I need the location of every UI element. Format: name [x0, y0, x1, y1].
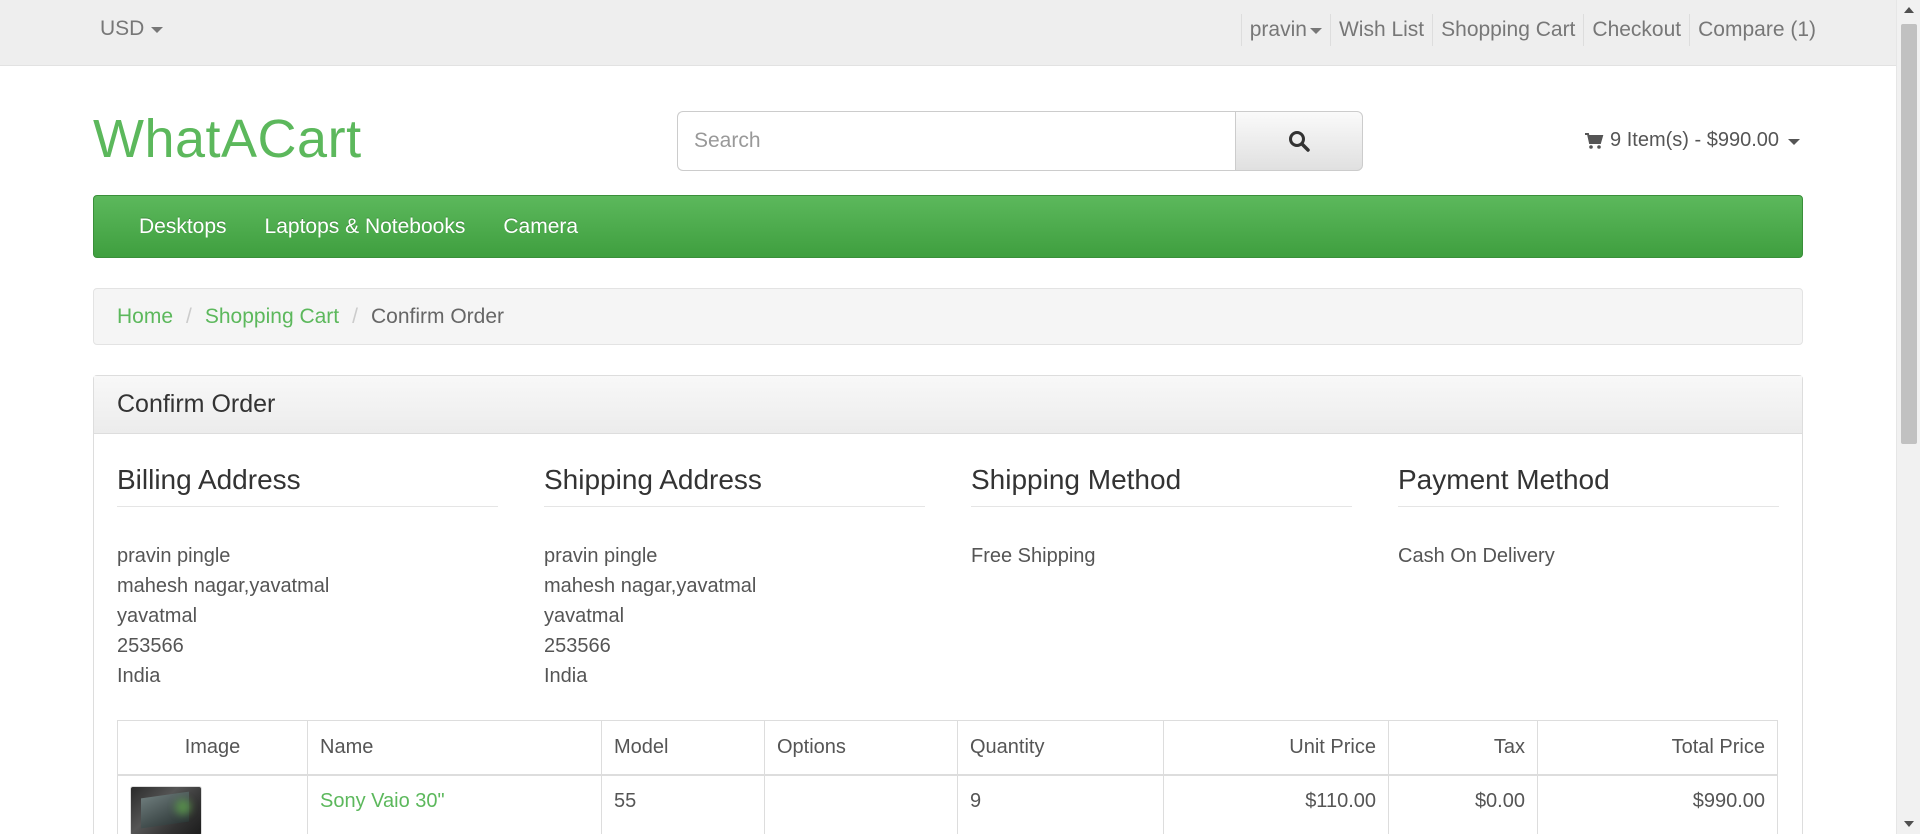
scroll-up-arrow-icon[interactable] — [1904, 7, 1914, 13]
shipping-line: mahesh nagar,yavatmal — [544, 575, 757, 597]
billing-line: mahesh nagar,yavatmal — [117, 575, 330, 597]
menu-item-laptops[interactable]: Laptops & Notebooks — [246, 215, 485, 239]
vertical-scrollbar[interactable] — [1896, 0, 1920, 834]
column-header-quantity: Quantity — [957, 720, 1164, 776]
column-header-name: Name — [307, 720, 602, 776]
product-model-cell: 55 — [601, 774, 765, 834]
confirm-order-panel: Confirm Order Billing Address pravin pin… — [93, 375, 1803, 834]
column-header-unit-price: Unit Price — [1163, 720, 1389, 776]
product-thumbnail-glow — [175, 798, 191, 815]
cart-total-button[interactable]: 9 Item(s) - $990.00 — [1584, 129, 1800, 152]
search-bar — [677, 111, 1363, 171]
search-icon — [1289, 131, 1310, 152]
menu-item-camera[interactable]: Camera — [484, 215, 597, 239]
shipping-method-value: Free Shipping — [971, 545, 1096, 567]
product-quantity-cell: 9 — [957, 774, 1164, 834]
product-name-link[interactable]: Sony Vaio 30" — [320, 790, 445, 812]
payment-method-value: Cash On Delivery — [1398, 545, 1555, 567]
column-header-image: Image — [117, 720, 308, 776]
shipping-line: India — [544, 665, 588, 687]
billing-line: pravin pingle — [117, 545, 231, 567]
billing-address-section: Billing Address pravin pingle mahesh nag… — [117, 464, 498, 691]
product-options-cell — [764, 774, 958, 834]
breadcrumb-separator: / — [352, 304, 358, 328]
billing-address-heading: Billing Address — [117, 464, 498, 507]
account-dropdown[interactable]: pravin — [1240, 14, 1330, 46]
column-header-options: Options — [764, 720, 958, 776]
currency-label: USD — [100, 17, 145, 40]
product-name-cell: Sony Vaio 30" — [307, 774, 602, 834]
column-header-tax: Tax — [1388, 720, 1538, 776]
table-header-row: Image Name Model Options Quantity Unit P… — [117, 720, 1778, 776]
page: USD pravin Wish List Shopping Cart Check… — [0, 0, 1920, 834]
cart-icon — [1585, 132, 1604, 149]
shipping-line: 253566 — [544, 635, 611, 657]
billing-line: 253566 — [117, 635, 184, 657]
shipping-method-heading: Shipping Method — [971, 464, 1352, 507]
menu-item-desktops[interactable]: Desktops — [120, 215, 246, 239]
checkout-link[interactable]: Checkout — [1583, 14, 1689, 46]
payment-method-heading: Payment Method — [1398, 464, 1779, 507]
scroll-thumb[interactable] — [1901, 24, 1917, 444]
order-items-table: Image Name Model Options Quantity Unit P… — [117, 720, 1778, 834]
wish-list-link[interactable]: Wish List — [1329, 14, 1432, 46]
cart-total-label: 9 Item(s) - $990.00 — [1610, 129, 1779, 151]
main-menu: Desktops Laptops & Notebooks Camera — [93, 195, 1803, 258]
order-summary-columns: Billing Address pravin pingle mahesh nag… — [117, 464, 1781, 691]
shipping-line: pravin pingle — [544, 545, 658, 567]
column-header-total-price: Total Price — [1537, 720, 1778, 776]
product-unit-price-cell: $110.00 — [1163, 774, 1389, 834]
shipping-address-section: Shipping Address pravin pingle mahesh na… — [544, 464, 925, 691]
product-tax-cell: $0.00 — [1388, 774, 1538, 834]
product-total-cell: $990.00 — [1537, 774, 1778, 834]
account-name: pravin — [1249, 18, 1307, 41]
billing-line: yavatmal — [117, 605, 198, 627]
shipping-line: yavatmal — [544, 605, 625, 627]
search-button[interactable] — [1235, 111, 1363, 171]
top-bar: USD pravin Wish List Shopping Cart Check… — [0, 0, 1896, 66]
billing-line: India — [117, 665, 161, 687]
table-row: Sony Vaio 30" 55 9 $110.00 $0.00 $990.00 — [117, 774, 1778, 834]
shipping-method-section: Shipping Method Free Shipping — [971, 464, 1352, 691]
top-links: pravin Wish List Shopping Cart Checkout … — [1240, 14, 1816, 46]
shopping-cart-link[interactable]: Shopping Cart — [1432, 14, 1583, 46]
currency-dropdown[interactable]: USD — [100, 17, 164, 41]
chevron-down-icon — [1788, 138, 1800, 145]
site-logo[interactable]: WhatACart — [93, 108, 362, 170]
chevron-down-icon — [1309, 28, 1322, 34]
scroll-down-arrow-icon[interactable] — [1904, 821, 1914, 827]
breadcrumb-home[interactable]: Home — [117, 305, 173, 329]
product-thumbnail[interactable] — [130, 785, 202, 834]
chevron-down-icon — [151, 27, 164, 33]
breadcrumb: Home / Shopping Cart / Confirm Order — [93, 288, 1803, 345]
search-input[interactable] — [677, 111, 1235, 171]
panel-title: Confirm Order — [94, 376, 1802, 434]
payment-method-section: Payment Method Cash On Delivery — [1398, 464, 1779, 691]
breadcrumb-current: Confirm Order — [370, 304, 505, 328]
compare-link[interactable]: Compare (1) — [1689, 14, 1816, 46]
breadcrumb-shopping-cart[interactable]: Shopping Cart — [205, 305, 339, 329]
shipping-address-heading: Shipping Address — [544, 464, 925, 507]
product-image-cell — [117, 774, 308, 834]
column-header-model: Model — [601, 720, 765, 776]
breadcrumb-separator: / — [186, 304, 192, 328]
